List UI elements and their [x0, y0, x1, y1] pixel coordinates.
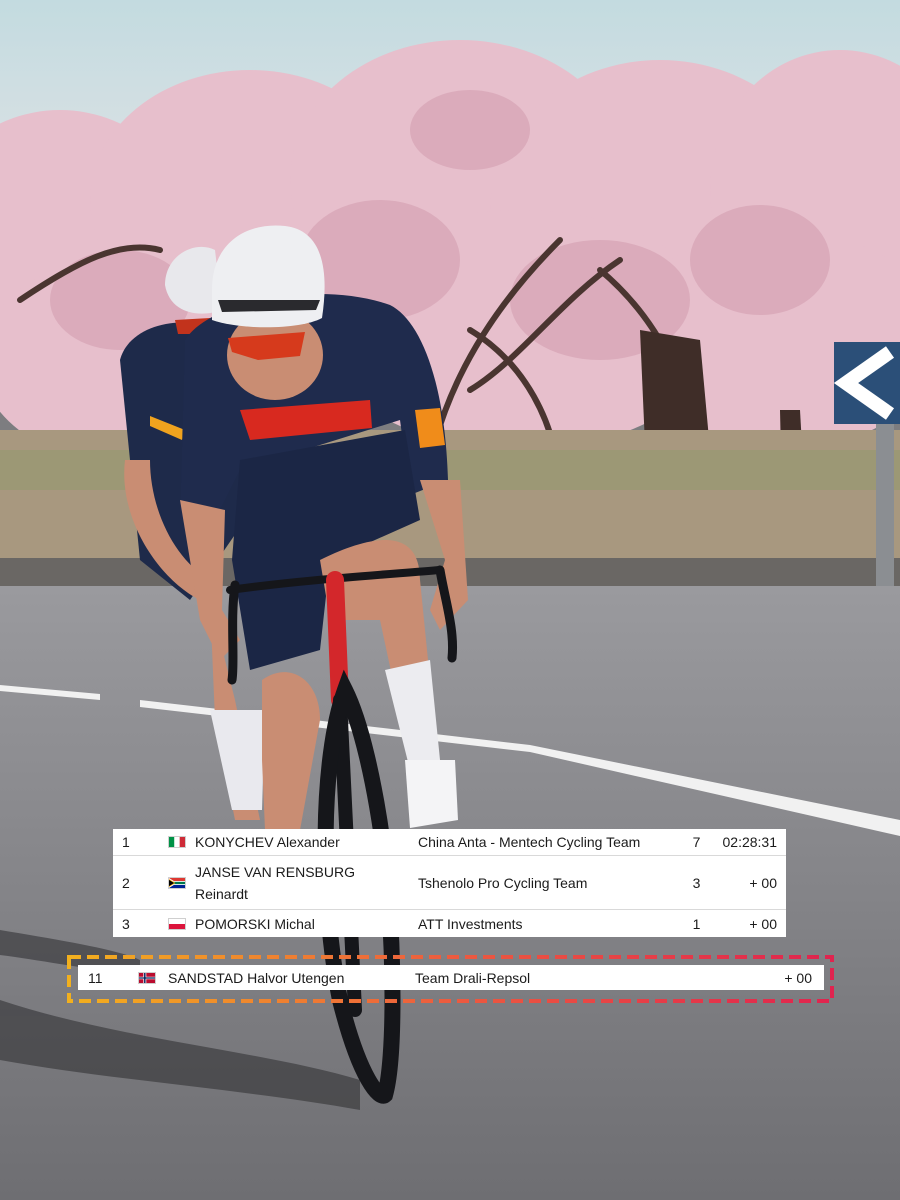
rank-cell: 11 — [88, 969, 103, 986]
table-row: 1 KONYCHEV Alexander China Anta - Mentec… — [113, 829, 786, 856]
table-row: 3 POMORSKI Michal ATT Investments 1 + 00 — [113, 910, 786, 937]
flag-south-africa-icon — [168, 876, 186, 889]
points-cell: 3 — [692, 874, 701, 891]
flag-italy-icon — [168, 836, 186, 848]
rider-name[interactable]: JANSE VAN RENSBURG — [195, 861, 355, 883]
team-name[interactable]: Tshenolo Pro Cycling Team — [418, 856, 587, 909]
rider-name[interactable]: KONYCHEV Alexander — [195, 829, 340, 855]
time-cell: 02:28:31 — [722, 834, 778, 850]
rank-cell: 1 — [122, 834, 130, 850]
cyclists-photo — [0, 0, 900, 1200]
rider-name[interactable]: POMORSKI Michal — [195, 910, 315, 937]
team-name[interactable]: Team Drali-Repsol — [415, 965, 530, 990]
points-cell: 7 — [692, 834, 701, 850]
rider-name[interactable]: SANDSTAD Halvor Utengen — [168, 965, 344, 990]
flag-norway-icon — [138, 971, 156, 984]
results-table: 1 KONYCHEV Alexander China Anta - Mentec… — [113, 829, 786, 937]
table-row: 2 JANSE VAN RENSBURG Reinardt Tshenolo P… — [113, 856, 786, 910]
rank-cell: 3 — [122, 915, 130, 932]
time-cell: + 00 — [784, 969, 812, 986]
team-name[interactable]: ATT Investments — [418, 910, 523, 937]
time-cell: + 00 — [749, 915, 777, 932]
rank-cell: 2 — [122, 874, 130, 891]
rider-name-continued[interactable]: Reinardt — [195, 883, 355, 905]
time-cell: + 00 — [749, 874, 777, 891]
team-name[interactable]: China Anta - Mentech Cycling Team — [418, 829, 640, 855]
highlighted-rider-row: 11 SANDSTAD Halvor Utengen Team Drali-Re… — [78, 965, 824, 990]
points-cell: 1 — [692, 915, 701, 932]
flag-poland-icon — [168, 917, 186, 930]
